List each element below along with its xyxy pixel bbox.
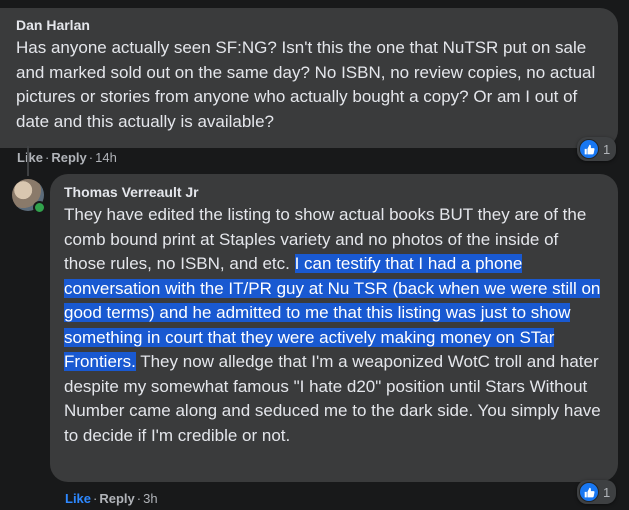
reaction-count: 1 <box>603 141 611 157</box>
reaction-summary[interactable]: 1 <box>577 137 617 161</box>
timestamp[interactable]: 3h <box>143 491 157 506</box>
reply-link[interactable]: Reply <box>51 150 86 165</box>
comment-actions: Like · Reply · 14h <box>17 150 117 165</box>
reaction-summary[interactable]: 1 <box>577 480 617 504</box>
reply-link[interactable]: Reply <box>99 491 134 506</box>
reaction-count: 1 <box>603 484 611 500</box>
like-link[interactable]: Like <box>17 150 43 165</box>
comment-bubble: Dan Harlan Has anyone actually seen SF:N… <box>0 8 618 148</box>
comment-bubble: Thomas Verreault Jr They have edited the… <box>50 174 618 482</box>
online-status-indicator <box>33 201 46 214</box>
comment-author[interactable]: Thomas Verreault Jr <box>64 184 604 200</box>
thumbs-up-icon <box>579 139 599 159</box>
comment-author[interactable]: Dan Harlan <box>16 17 604 33</box>
thumbs-up-icon <box>579 482 599 502</box>
comment-actions: Like · Reply · 3h <box>65 491 158 506</box>
like-link[interactable]: Like <box>65 491 91 506</box>
thread-line <box>27 146 29 176</box>
comment-text-part: They now alledge that I'm a weaponized W… <box>64 352 601 445</box>
comment-text: Has anyone actually seen SF:NG? Isn't th… <box>16 38 596 131</box>
comment-text: They have edited the listing to show act… <box>64 203 604 448</box>
timestamp[interactable]: 14h <box>95 150 117 165</box>
